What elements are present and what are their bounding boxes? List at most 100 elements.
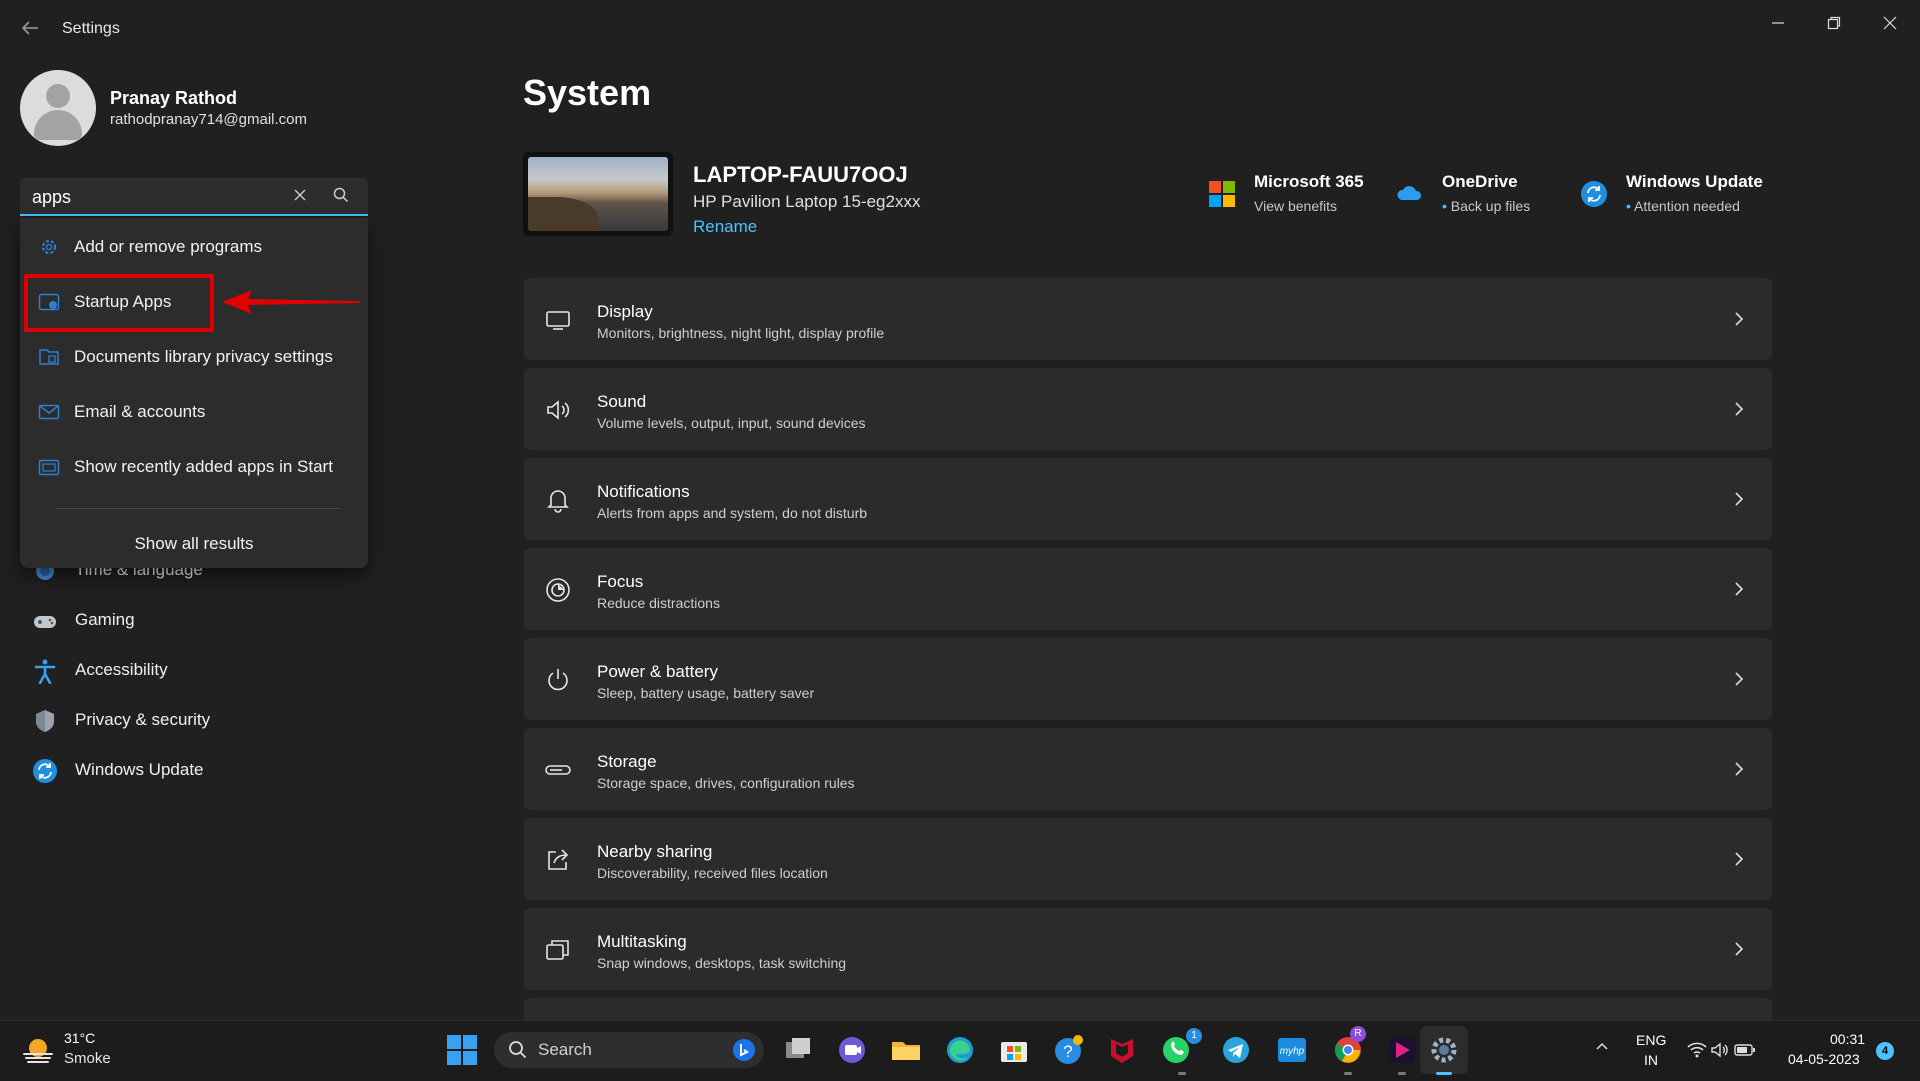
restore-icon	[1827, 16, 1841, 30]
search-box[interactable]	[20, 178, 368, 216]
search-results-dropdown: Add or remove programs Startup Apps Docu…	[20, 218, 368, 568]
chevron-right-icon	[1735, 852, 1744, 866]
search-result-add-remove-programs[interactable]: Add or remove programs	[20, 223, 368, 271]
clear-search-button[interactable]	[288, 184, 312, 208]
row-title: Nearby sharing	[597, 842, 713, 861]
battery-icon	[1734, 1044, 1755, 1056]
onedrive-card[interactable]: OneDrive • Back up files	[1396, 170, 1566, 220]
settings-row-notifications[interactable]: Notifications Alerts from apps and syste…	[524, 458, 1772, 540]
bing-icon[interactable]	[732, 1038, 756, 1062]
settings-row-nearby-sharing[interactable]: Nearby sharing Discoverability, received…	[524, 818, 1772, 900]
row-subtitle: Alerts from apps and system, do not dist…	[597, 505, 868, 521]
card-subtitle: View benefits	[1254, 198, 1338, 214]
store-icon[interactable]	[998, 1034, 1030, 1066]
active-app-indicator	[1436, 1072, 1452, 1075]
settings-icon[interactable]	[1428, 1034, 1460, 1066]
settings-row-power-battery[interactable]: Power & battery Sleep, battery usage, ba…	[524, 638, 1772, 720]
telegram-icon[interactable]	[1220, 1034, 1252, 1066]
search-icon	[333, 187, 349, 203]
divider	[56, 508, 340, 509]
row-title: Multitasking	[597, 932, 687, 951]
clock-date[interactable]: 04-05-2023	[1788, 1051, 1860, 1067]
app-title: Settings	[62, 20, 120, 37]
minimize-button[interactable]	[1756, 10, 1800, 38]
windows-update-card[interactable]: Windows Update • Attention needed	[1580, 170, 1770, 220]
teams-chat-icon[interactable]	[836, 1034, 868, 1066]
close-icon	[294, 189, 306, 201]
sidebar-item-label: Windows Update	[75, 760, 204, 779]
search-result-email-accounts[interactable]: Email & accounts	[20, 388, 368, 436]
row-title: Storage	[597, 752, 657, 771]
row-subtitle: Reduce distractions	[597, 595, 720, 611]
chevron-right-icon	[1735, 672, 1744, 686]
clock-time[interactable]: 00:31	[1830, 1031, 1865, 1047]
language-indicator[interactable]: ENG	[1636, 1032, 1666, 1048]
myhp-icon[interactable]: myhp	[1276, 1034, 1308, 1066]
sidebar-item-windows-update[interactable]: Windows Update	[22, 748, 382, 792]
running-indicator	[1178, 1072, 1186, 1075]
row-title: Focus	[597, 572, 644, 591]
back-arrow-icon[interactable]	[18, 16, 42, 40]
search-result-label: Add or remove programs	[74, 237, 263, 256]
sidebar-item-gaming[interactable]: Gaming	[22, 598, 382, 642]
chevron-right-icon	[1735, 312, 1744, 326]
settings-row-partial[interactable]	[524, 998, 1772, 1020]
settings-row-multitasking[interactable]: Multitasking Snap windows, desktops, tas…	[524, 908, 1772, 990]
settings-row-storage[interactable]: Storage Storage space, drives, configura…	[524, 728, 1772, 810]
svg-text:myhp: myhp	[1280, 1046, 1305, 1057]
user-email: rathodpranay714@gmail.com	[110, 111, 307, 128]
taskbar-search-label: Search	[538, 1040, 592, 1059]
mail-icon	[38, 404, 60, 420]
search-result-label: Email & accounts	[74, 402, 206, 421]
accessibility-icon	[34, 659, 56, 684]
sidebar-item-accessibility[interactable]: Accessibility	[22, 648, 382, 692]
quick-settings-tray[interactable]	[1686, 1040, 1756, 1062]
card-subtitle: • Back up files	[1442, 198, 1531, 214]
running-indicator	[1398, 1072, 1406, 1075]
weather-sun-haze-icon[interactable]	[20, 1032, 56, 1068]
settings-row-sound[interactable]: Sound Volume levels, output, input, soun…	[524, 368, 1772, 450]
settings-row-display[interactable]: Display Monitors, brightness, night ligh…	[524, 278, 1772, 360]
restore-button[interactable]	[1812, 10, 1856, 38]
show-all-results-button[interactable]: Show all results	[20, 524, 368, 564]
row-subtitle: Sleep, battery usage, battery saver	[597, 685, 815, 701]
chevron-right-icon	[1735, 762, 1744, 776]
annotation-highlight-box	[24, 274, 214, 332]
search-input[interactable]	[32, 185, 292, 209]
search-icon	[509, 1041, 527, 1059]
mcafee-icon[interactable]	[1106, 1034, 1138, 1066]
microsoft-logo-icon	[1209, 181, 1235, 207]
documents-icon	[39, 349, 59, 365]
media-app-icon[interactable]	[1386, 1034, 1418, 1066]
gamepad-icon	[34, 616, 56, 628]
device-model: HP Pavilion Laptop 15-eg2xxx	[693, 192, 921, 211]
windows-start-icon[interactable]	[446, 1034, 478, 1066]
show-hidden-icons-button[interactable]	[1590, 1038, 1614, 1062]
svg-text:?: ?	[1063, 1042, 1072, 1061]
edge-icon[interactable]	[944, 1034, 976, 1066]
chevron-right-icon	[1735, 582, 1744, 596]
rename-link[interactable]: Rename	[693, 217, 757, 237]
taskbar-search[interactable]: Search	[494, 1032, 764, 1068]
avatar[interactable]	[20, 70, 96, 146]
search-button[interactable]	[332, 186, 352, 206]
settings-row-focus[interactable]: Focus Reduce distractions	[524, 548, 1772, 630]
sidebar-item-privacy-security[interactable]: Privacy & security	[22, 698, 382, 742]
page-title: System	[523, 72, 652, 113]
task-view-icon[interactable]	[782, 1034, 814, 1066]
notification-count-badge[interactable]: 4	[1876, 1042, 1894, 1060]
search-result-documents-privacy[interactable]: Documents library privacy settings	[20, 333, 368, 381]
device-name: LAPTOP-FAUU7OOJ	[693, 162, 908, 187]
file-explorer-icon[interactable]	[890, 1034, 922, 1066]
sync-icon	[33, 759, 57, 783]
close-icon	[1883, 16, 1897, 30]
microsoft-365-card[interactable]: Microsoft 365 View benefits	[1208, 170, 1378, 220]
chevron-right-icon	[1735, 942, 1744, 956]
search-result-recently-added-apps[interactable]: Show recently added apps in Start	[20, 443, 368, 491]
weather-temperature: 31°C	[64, 1030, 96, 1046]
multitasking-icon	[546, 940, 569, 960]
help-icon[interactable]: ?	[1052, 1034, 1084, 1066]
sidebar-item-label: Gaming	[75, 610, 135, 629]
close-button[interactable]	[1868, 10, 1912, 38]
minimize-icon	[1772, 22, 1784, 24]
